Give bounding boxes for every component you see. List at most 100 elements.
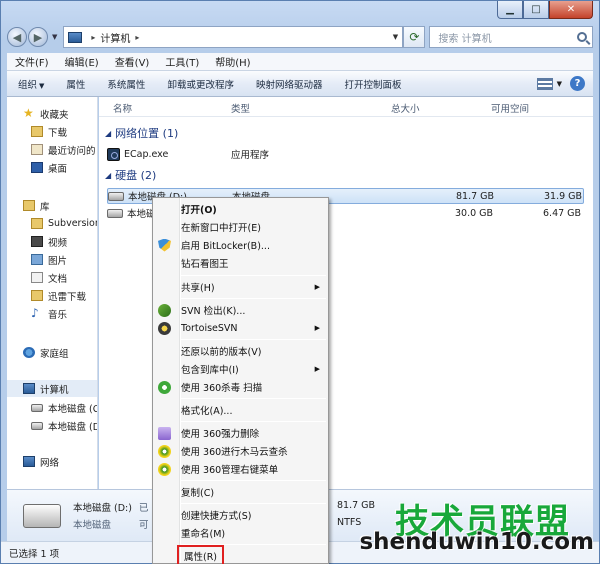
address-dropdown[interactable]: ▼: [388, 33, 402, 41]
maximize-button[interactable]: □: [523, 1, 549, 19]
menu-item-tortoisesvn[interactable]: TortoiseSVN ▶: [153, 319, 328, 337]
view-dropdown[interactable]: ▼: [557, 80, 562, 88]
nav-pictures-label: 图片: [48, 255, 68, 267]
breadcrumb-separator[interactable]: ▸: [135, 33, 139, 42]
system-properties-button[interactable]: 系统属性: [96, 77, 156, 91]
drive-free: 31.9 GB: [544, 190, 583, 202]
menu-item-label: 使用 360管理右键菜单: [181, 465, 279, 476]
file-type: 应用程序: [231, 150, 270, 161]
menu-separator: [181, 544, 326, 545]
minimize-button[interactable]: ▁: [497, 1, 523, 19]
menu-item-format[interactable]: 格式化(A)...: [153, 401, 328, 419]
nav-pictures[interactable]: 图片: [31, 251, 67, 268]
menu-item-copy[interactable]: 复制(C): [153, 483, 328, 501]
menubar: 文件(F) 编辑(E) 查看(V) 工具(T) 帮助(H): [7, 53, 593, 71]
control-panel-button[interactable]: 打开控制面板: [333, 77, 412, 91]
nav-homegroup[interactable]: 家庭组: [23, 344, 69, 361]
menu-item-open-new-window[interactable]: 在新窗口中打开(E): [153, 218, 328, 236]
menu-item-360-right-menu[interactable]: 使用 360管理右键菜单: [153, 460, 328, 478]
map-drive-button[interactable]: 映射网络驱动器: [245, 77, 334, 91]
menu-view[interactable]: 查看(V): [107, 54, 158, 69]
help-icon[interactable]: ?: [570, 76, 585, 91]
status-text: 已选择 1 项: [9, 549, 60, 560]
menu-item-include-library[interactable]: 包含到库中(I) ▶: [153, 360, 328, 378]
nav-subversion[interactable]: Subversion: [31, 215, 97, 232]
menu-separator: [181, 339, 326, 340]
nav-network[interactable]: 网络: [23, 453, 59, 470]
column-free[interactable]: 可用空间: [491, 101, 529, 115]
menu-item-rename[interactable]: 重命名(M): [153, 524, 328, 542]
recent-places-icon: [31, 144, 43, 155]
nav-documents[interactable]: 文档: [31, 269, 67, 286]
menu-item-restore-previous[interactable]: 还原以前的版本(V): [153, 342, 328, 360]
context-menu: 打开(O) 在新窗口中打开(E) 启用 BitLocker(B)... 钻石看图…: [152, 197, 329, 564]
chevron-down-icon: ▼: [39, 81, 45, 90]
documents-icon: [31, 272, 43, 283]
menu-item-360-trojan-scan[interactable]: 使用 360进行木马云查杀: [153, 442, 328, 460]
search-icon[interactable]: [577, 32, 587, 42]
group-network-location[interactable]: ◢ 网络位置 (1): [105, 125, 178, 141]
back-button[interactable]: ◀: [7, 27, 27, 47]
group-hard-disk-label: 硬盘 (2): [115, 169, 157, 182]
menu-item-label: SVN 检出(K)...: [181, 306, 246, 317]
drive-large-icon: [23, 504, 61, 528]
group-hard-disk[interactable]: ◢ 硬盘 (2): [105, 167, 156, 183]
nav-computer-label: 计算机: [40, 384, 69, 396]
menu-separator: [181, 503, 326, 504]
column-name[interactable]: 名称: [113, 101, 132, 115]
close-button[interactable]: ✕: [549, 1, 593, 19]
menu-item-create-shortcut[interactable]: 创建快捷方式(S): [153, 506, 328, 524]
menu-item-360-force-delete[interactable]: 使用 360强力删除: [153, 424, 328, 442]
nav-recent[interactable]: 最近访问的: [31, 141, 96, 158]
menu-item-diamond-viewer[interactable]: 钻石看图王: [153, 254, 328, 272]
nav-desktop[interactable]: 桌面: [31, 159, 67, 176]
menu-item-label: 使用 360杀毒 扫描: [181, 383, 263, 394]
nav-libraries[interactable]: 库: [23, 197, 50, 214]
details-filesystem: NTFS: [337, 517, 362, 528]
collapse-icon: ◢: [105, 128, 112, 138]
search-input[interactable]: 搜索 计算机: [429, 26, 593, 48]
computer-icon: [23, 383, 35, 394]
menu-item-properties[interactable]: 属性(R): [153, 545, 328, 564]
menu-item-label: 钻石看图王: [181, 259, 229, 270]
menu-item-bitlocker[interactable]: 启用 BitLocker(B)...: [153, 236, 328, 254]
organize-button[interactable]: 组织 ▼: [7, 77, 55, 91]
menu-item-open[interactable]: 打开(O): [153, 200, 328, 218]
uninstall-button[interactable]: 卸载或更改程序: [156, 77, 245, 91]
nav-downloads[interactable]: 下载: [31, 123, 67, 140]
recent-pages-dropdown[interactable]: ▼: [52, 33, 57, 41]
menu-separator: [181, 298, 326, 299]
menu-file[interactable]: 文件(F): [7, 54, 57, 69]
nav-videos[interactable]: 视频: [31, 233, 67, 250]
menu-item-svn-checkout[interactable]: SVN 检出(K)...: [153, 301, 328, 319]
nav-music[interactable]: ♪ 音乐: [31, 305, 67, 322]
view-options-icon[interactable]: [536, 77, 553, 90]
address-bar[interactable]: ▸ 计算机 ▸ ▼: [63, 26, 404, 48]
breadcrumb-computer[interactable]: 计算机: [100, 30, 130, 45]
file-row-ecap[interactable]: ECap.exe 应用程序: [107, 146, 307, 162]
forward-button[interactable]: ▶: [28, 27, 48, 47]
menu-tools[interactable]: 工具(T): [157, 54, 207, 69]
menu-help[interactable]: 帮助(H): [207, 54, 258, 69]
nav-recent-label: 最近访问的: [48, 145, 96, 157]
refresh-button[interactable]: ⟳: [403, 26, 426, 48]
nav-drive-c[interactable]: 本地磁盘 (C: [31, 399, 97, 416]
details-used-label: 已: [139, 503, 149, 514]
menu-item-360-scan[interactable]: 使用 360杀毒 扫描: [153, 378, 328, 396]
breadcrumb-separator[interactable]: ▸: [91, 33, 95, 42]
folder-icon: [31, 290, 43, 301]
column-total[interactable]: 总大小: [391, 101, 420, 115]
nav-computer[interactable]: 计算机: [7, 380, 97, 397]
nav-drive-d-label: 本地磁盘 (D: [48, 421, 98, 433]
column-type[interactable]: 类型: [231, 101, 250, 115]
properties-button[interactable]: 属性: [55, 77, 96, 91]
nav-favorites[interactable]: ★ 收藏夹: [23, 105, 69, 122]
menu-edit[interactable]: 编辑(E): [57, 54, 107, 69]
pictures-icon: [31, 254, 43, 265]
shredder-icon: [158, 426, 171, 440]
menu-item-share[interactable]: 共享(H) ▶: [153, 278, 328, 296]
menu-item-label: 打开(O): [181, 205, 217, 216]
nav-xunlei[interactable]: 迅雷下载: [31, 287, 86, 304]
nav-favorites-label: 收藏夹: [40, 109, 69, 121]
nav-drive-d[interactable]: 本地磁盘 (D: [31, 417, 98, 434]
